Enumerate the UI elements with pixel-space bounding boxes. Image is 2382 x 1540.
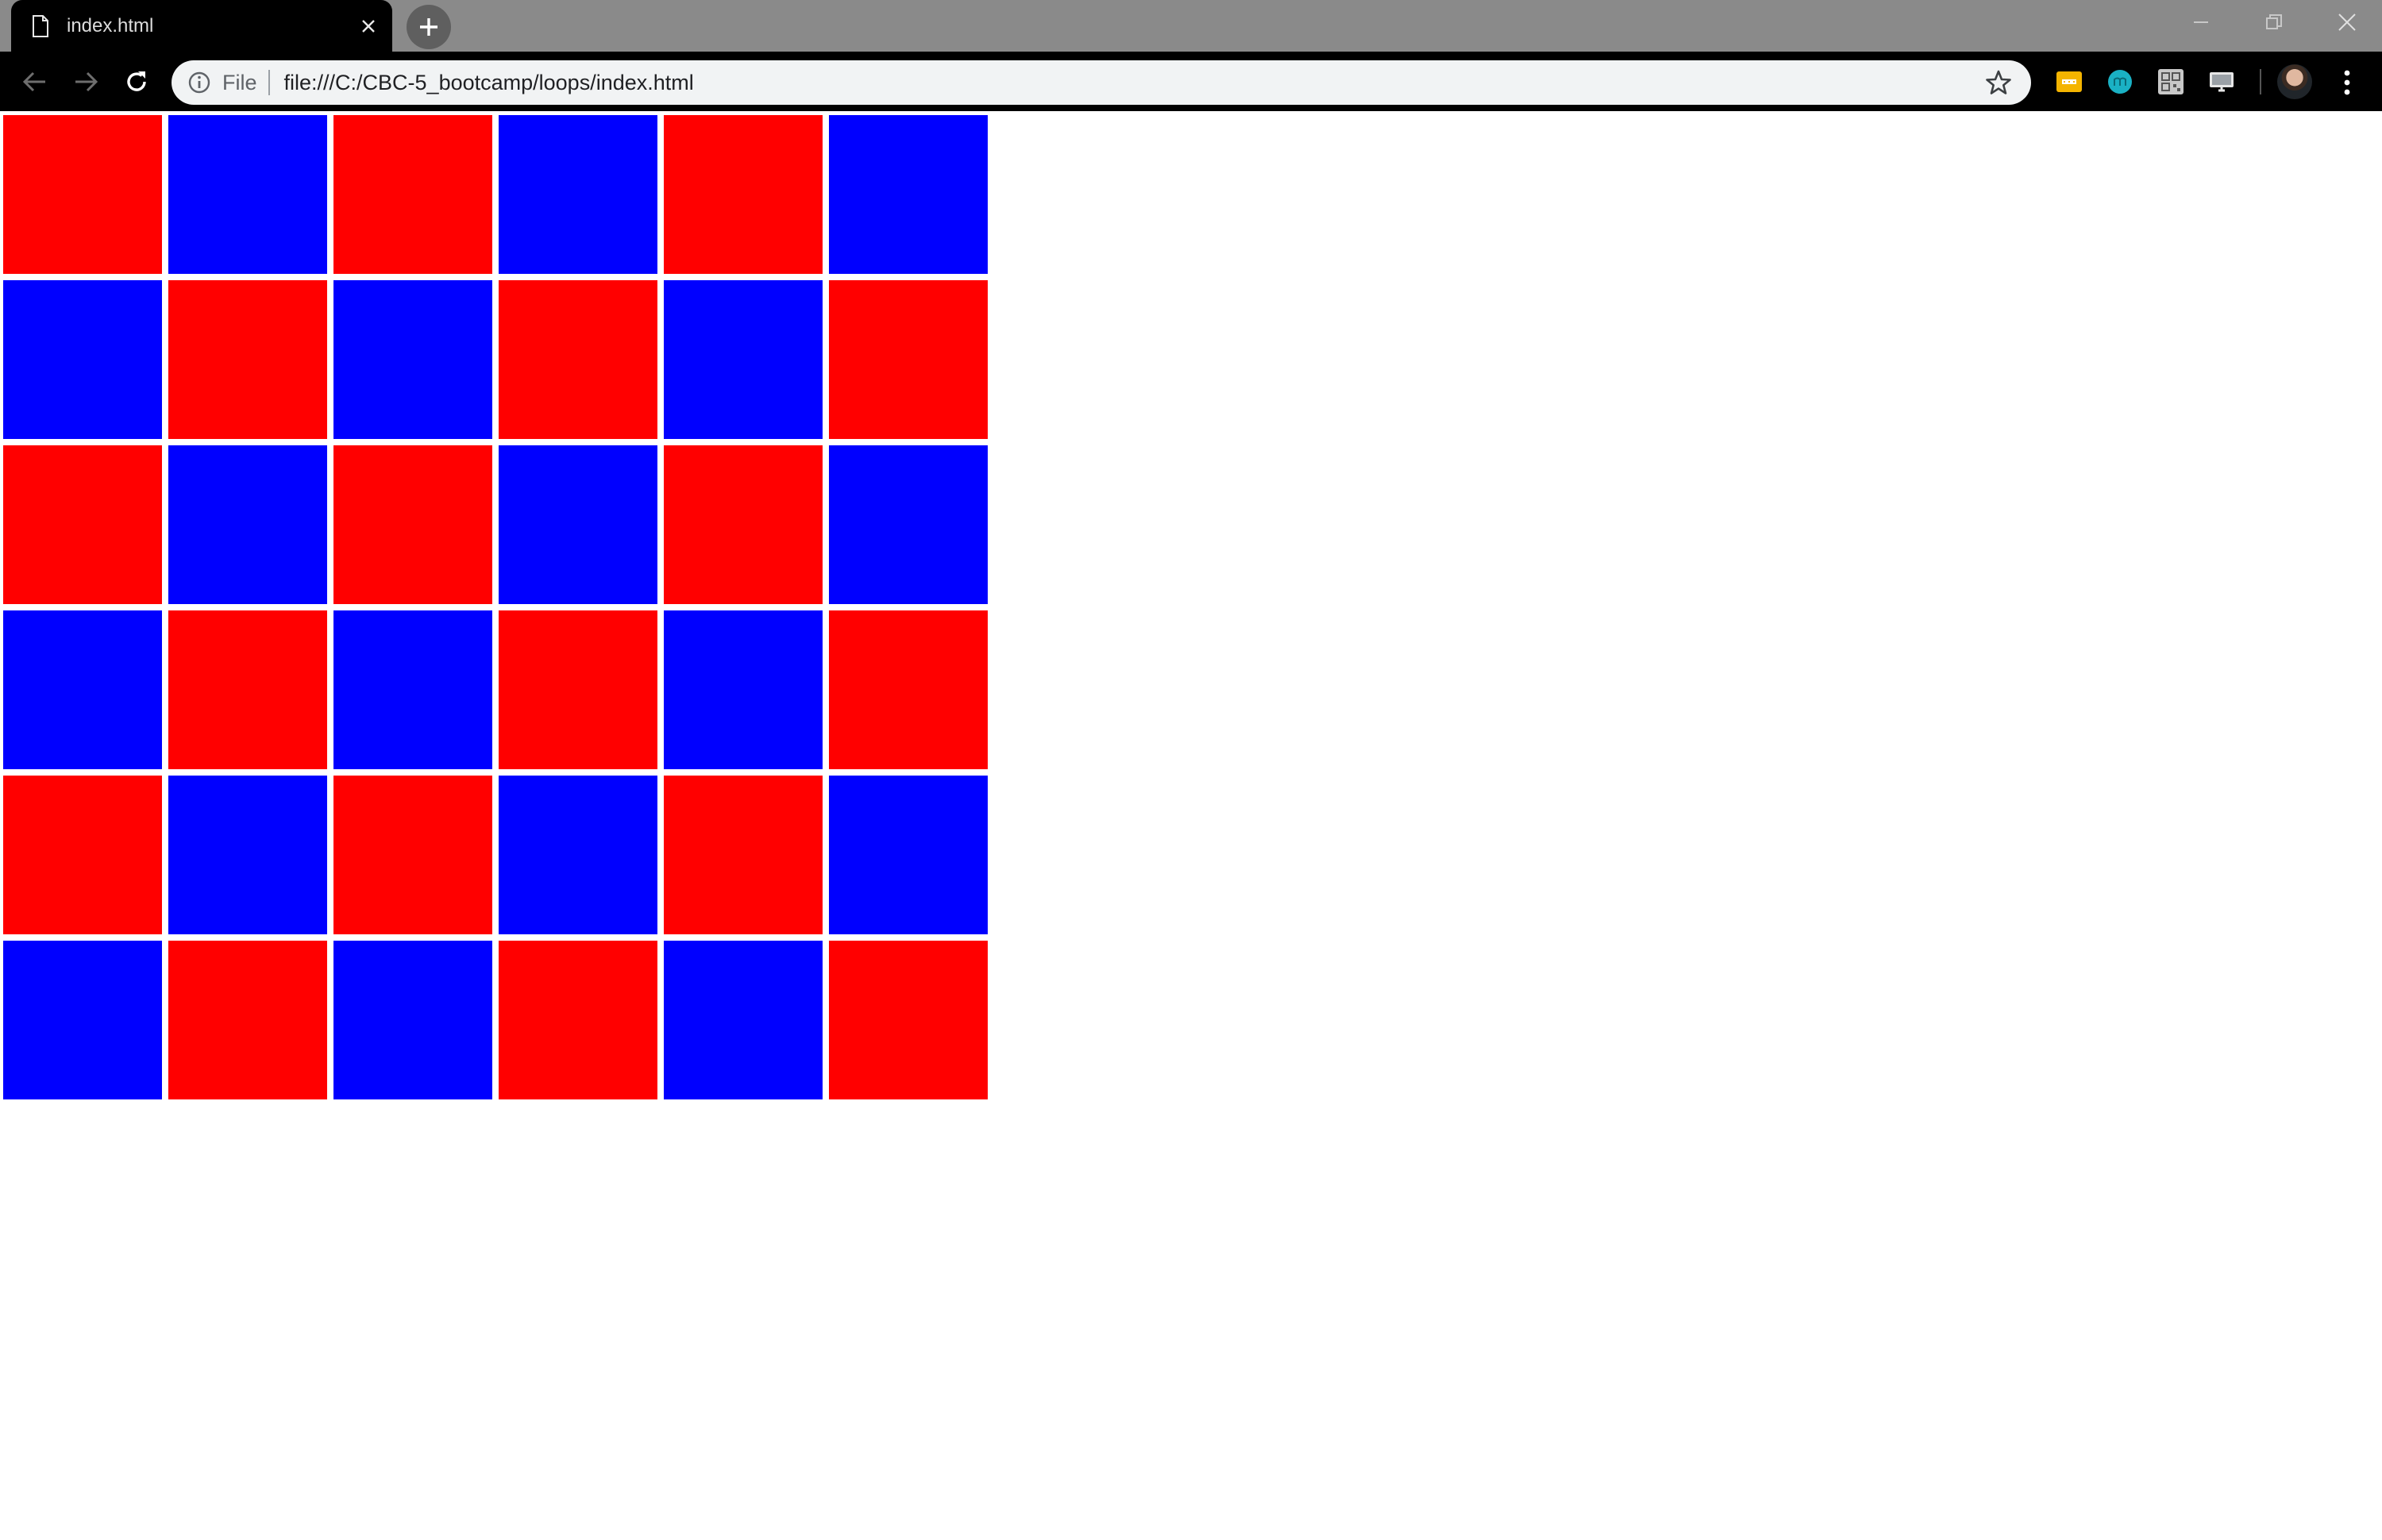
grid-cell-red	[168, 610, 327, 769]
chip-divider	[268, 70, 270, 95]
grid-cell-red	[333, 115, 492, 274]
browser-menu-button[interactable]	[2331, 63, 2363, 102]
grid-cell-red	[499, 280, 657, 439]
grid-cell-blue	[829, 776, 988, 934]
forward-button[interactable]	[64, 60, 108, 104]
grid-cell-red	[333, 776, 492, 934]
close-icon[interactable]	[359, 17, 378, 36]
scheme-chip: File	[222, 70, 257, 94]
grid-cell-blue	[3, 280, 162, 439]
info-icon[interactable]	[187, 71, 211, 94]
grid-cell-red	[664, 776, 823, 934]
grid-cell-red	[499, 941, 657, 1099]
grid-cell-blue	[333, 280, 492, 439]
restore-button[interactable]	[2237, 0, 2311, 44]
back-button[interactable]	[13, 60, 57, 104]
tab-strip: index.html	[0, 0, 2382, 52]
grid-cell-blue	[499, 115, 657, 274]
checkerboard-grid	[3, 115, 988, 1099]
browser-toolbar: File file:///C:/CBC-5_bootcamp/loops/ind…	[0, 52, 2382, 111]
grid-cell-blue	[3, 941, 162, 1099]
plus-icon	[420, 18, 437, 36]
window-close-icon	[2338, 13, 2356, 31]
arrow-right-icon	[75, 71, 98, 92]
grid-cell-red	[829, 941, 988, 1099]
grid-cell-red	[829, 280, 988, 439]
extension-m-icon[interactable]	[2104, 66, 2136, 98]
tab-index-html[interactable]: index.html	[11, 0, 392, 52]
grid-cell-red	[3, 776, 162, 934]
grid-cell-blue	[664, 610, 823, 769]
grid-cell-blue	[499, 445, 657, 604]
profile-avatar[interactable]	[2277, 64, 2312, 99]
grid-cell-red	[499, 610, 657, 769]
grid-cell-blue	[664, 941, 823, 1099]
extension-cast-icon[interactable]	[2206, 66, 2237, 98]
toolbar-divider	[2260, 69, 2261, 94]
restore-icon	[2266, 13, 2282, 29]
minimize-button[interactable]	[2164, 0, 2237, 44]
grid-cell-blue	[333, 941, 492, 1099]
reload-button[interactable]	[114, 60, 159, 104]
grid-cell-blue	[333, 610, 492, 769]
grid-cell-blue	[3, 610, 162, 769]
grid-cell-red	[829, 610, 988, 769]
tab-title: index.html	[67, 14, 154, 37]
star-icon[interactable]	[1985, 69, 2012, 96]
grid-cell-blue	[168, 445, 327, 604]
arrow-left-icon	[22, 71, 45, 92]
page-viewport	[0, 111, 2382, 1540]
grid-cell-red	[333, 445, 492, 604]
grid-cell-red	[664, 445, 823, 604]
grid-cell-blue	[168, 776, 327, 934]
extension-qr-icon[interactable]	[2155, 66, 2187, 98]
extension-slides-icon[interactable]	[2053, 66, 2085, 98]
grid-cell-blue	[499, 776, 657, 934]
grid-cell-blue	[664, 280, 823, 439]
grid-cell-blue	[829, 115, 988, 274]
window-close-button[interactable]	[2311, 0, 2382, 44]
url-text[interactable]: file:///C:/CBC-5_bootcamp/loops/index.ht…	[284, 71, 1985, 95]
slides-icon	[2056, 71, 2082, 92]
grid-cell-red	[168, 280, 327, 439]
minimize-icon	[2194, 21, 2208, 23]
grid-cell-red	[168, 941, 327, 1099]
more-vert-icon	[2344, 70, 2350, 95]
address-bar[interactable]: File file:///C:/CBC-5_bootcamp/loops/ind…	[172, 60, 2031, 105]
file-icon	[33, 14, 48, 37]
m-circle-icon	[2108, 70, 2132, 94]
grid-cell-red	[664, 115, 823, 274]
reload-icon	[127, 71, 146, 91]
grid-cell-blue	[829, 445, 988, 604]
new-tab-button[interactable]	[407, 5, 451, 49]
grid-cell-red	[3, 445, 162, 604]
monitor-icon	[2210, 72, 2234, 92]
grid-cell-red	[3, 115, 162, 274]
grid-cell-blue	[168, 115, 327, 274]
qr-icon	[2158, 69, 2184, 94]
